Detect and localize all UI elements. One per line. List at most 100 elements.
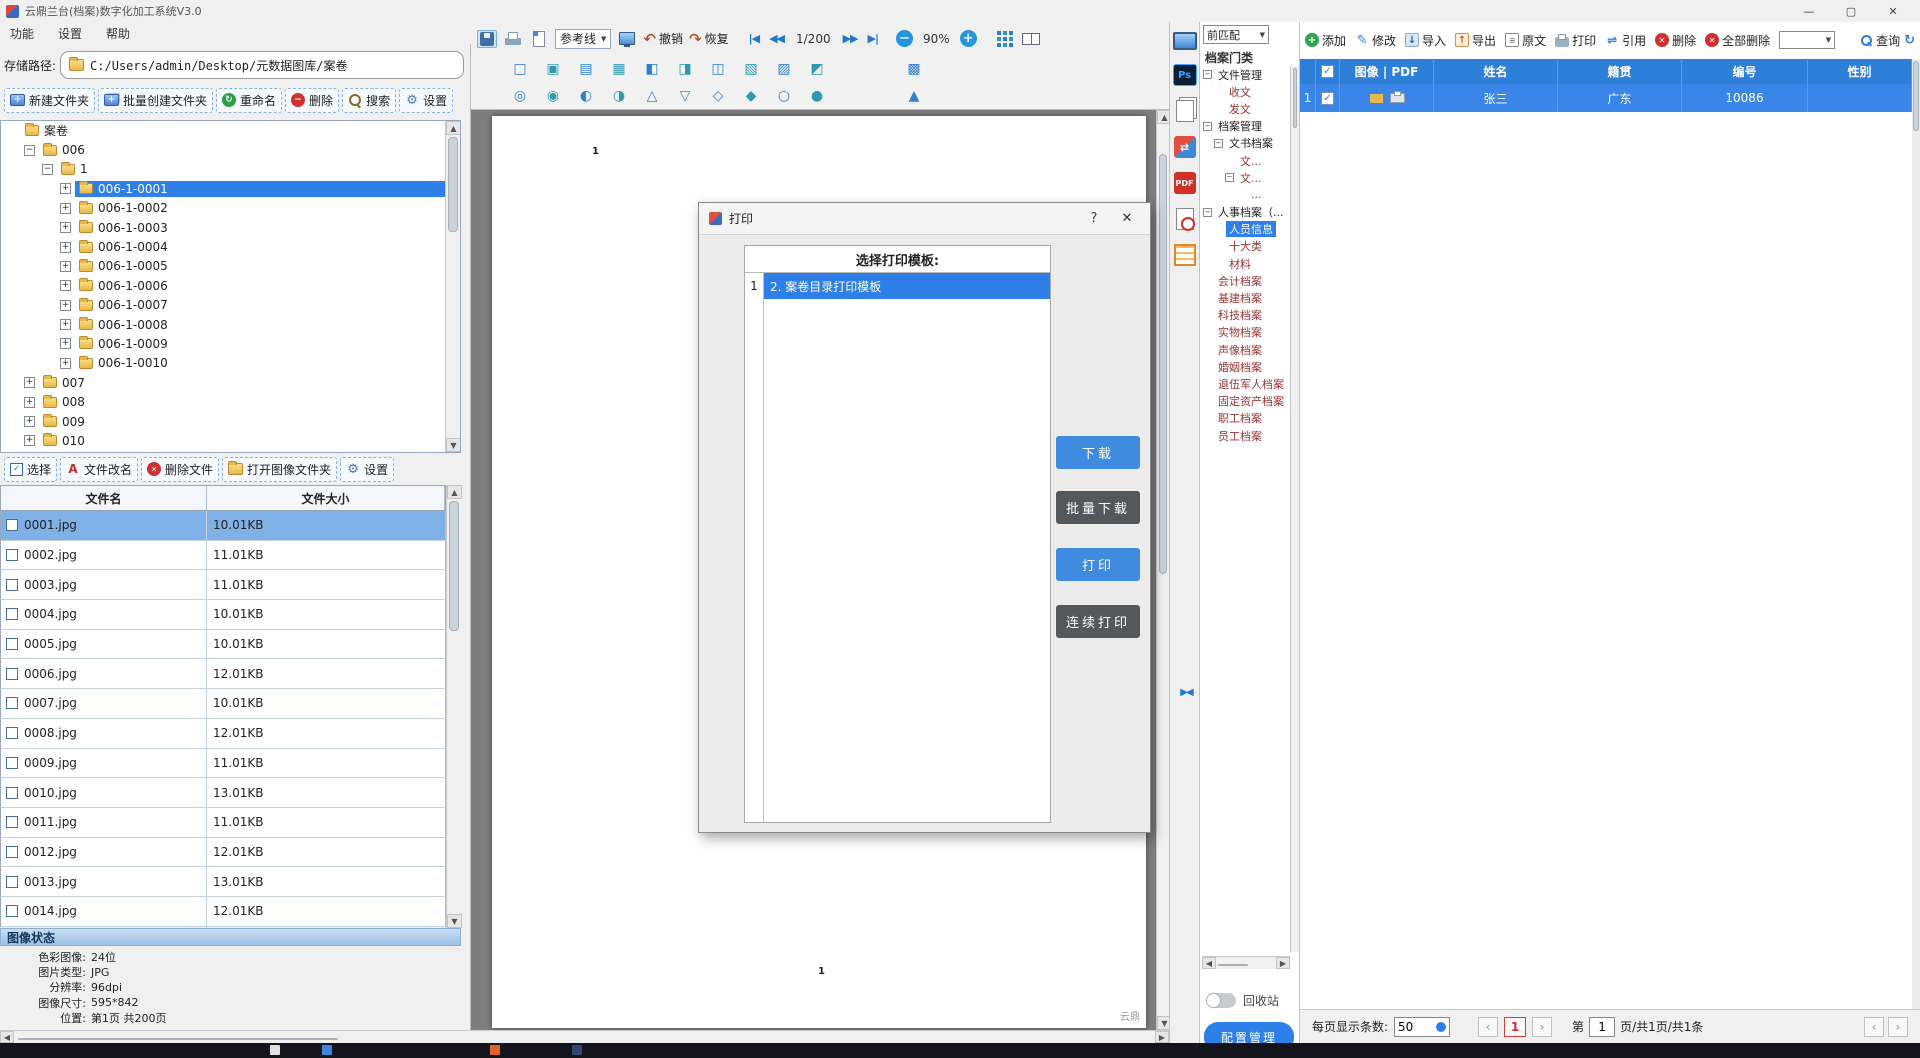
records-toolbar-button[interactable]: ↓导入	[1405, 32, 1446, 49]
file-table-column-header[interactable]: 文件大小	[207, 486, 445, 510]
edit-tool-icon[interactable]: ▽	[674, 86, 696, 106]
file-row[interactable]: 0010.jpg13.01KB	[0, 778, 446, 808]
taskbar-app[interactable]	[572, 1045, 582, 1055]
expander-collapse-icon[interactable]: −	[24, 145, 35, 156]
expander-expand-icon[interactable]: +	[60, 358, 71, 369]
category-item[interactable]: 声像档案	[1200, 341, 1290, 358]
toolbar-button[interactable]: 设置	[399, 88, 453, 113]
tree-item[interactable]: +006-1-0008	[1, 315, 460, 334]
toolbar-button[interactable]: 新建文件夹	[4, 88, 95, 113]
edit-tool-icon[interactable]: ◆	[740, 86, 762, 106]
scroll-up-icon[interactable]: ▲	[1157, 110, 1169, 124]
print-icon[interactable]	[503, 30, 523, 48]
toolbar-button[interactable]: 选择	[4, 457, 57, 482]
scrollbar-track[interactable]	[446, 135, 460, 438]
zoom-out-button[interactable]: −	[896, 30, 913, 47]
edit-tool-icon[interactable]: △	[641, 86, 663, 106]
scrollbar-thumb[interactable]	[1159, 154, 1167, 574]
checkbox[interactable]	[6, 638, 18, 650]
checkbox[interactable]	[6, 787, 18, 799]
expander-expand-icon[interactable]: +	[24, 416, 35, 427]
verify-document-icon[interactable]	[1176, 208, 1194, 230]
header-checkbox[interactable]: ✓	[1321, 65, 1334, 78]
category-item[interactable]: 十大类	[1200, 238, 1290, 255]
zoom-in-button[interactable]: +	[960, 30, 977, 47]
checkbox[interactable]	[6, 876, 18, 888]
scrollbar-track[interactable]	[1157, 124, 1169, 1016]
table-icon[interactable]	[1174, 244, 1196, 266]
scroll-up-icon[interactable]: ▲	[446, 121, 461, 135]
maximize-button[interactable]: ▢	[1830, 0, 1872, 22]
tree-item[interactable]: +006-1-0003	[1, 218, 460, 237]
menu-item[interactable]: 设置	[58, 25, 82, 42]
display-icon[interactable]	[617, 30, 637, 48]
toolbar-button[interactable]: 重命名	[216, 88, 282, 113]
file-row[interactable]: 0014.jpg12.01KB	[0, 897, 446, 927]
category-item[interactable]: 退伍军人档案	[1200, 375, 1290, 392]
toolbar-button[interactable]: 删除	[285, 88, 339, 113]
per-page-input[interactable]	[1398, 1020, 1430, 1034]
scroll-right-icon[interactable]: ▶	[1276, 957, 1290, 969]
per-page-stepper[interactable]	[1436, 1022, 1446, 1032]
photoshop-icon[interactable]: Ps	[1173, 64, 1197, 86]
checkbox[interactable]	[6, 846, 18, 858]
tree-item[interactable]: +006-1-0010	[1, 354, 460, 373]
pager-prev-button[interactable]: ‹	[1478, 1017, 1498, 1037]
prev-page-button[interactable]: ◀◀	[767, 32, 786, 45]
tree-item[interactable]: +007	[1, 373, 460, 392]
checkbox[interactable]	[6, 579, 18, 591]
expander-collapse-icon[interactable]: −	[1203, 122, 1212, 131]
category-item[interactable]: 会计档案	[1200, 272, 1290, 289]
copy-document-icon[interactable]	[1176, 100, 1194, 122]
pager-jump-next-button[interactable]: ›	[1888, 1017, 1908, 1037]
edit-tool-icon[interactable]: ◧	[641, 59, 663, 79]
dialog-close-button[interactable]: ✕	[1114, 211, 1140, 226]
scrollbar-thumb[interactable]	[1293, 68, 1297, 128]
minimize-button[interactable]: —	[1788, 0, 1830, 22]
edit-tool-icon[interactable]: ▨	[773, 59, 795, 79]
edit-tool-icon[interactable]: ▣	[542, 59, 564, 79]
file-row[interactable]: 0006.jpg12.01KB	[0, 659, 446, 689]
expander-expand-icon[interactable]: +	[60, 183, 71, 194]
scroll-down-icon[interactable]: ▼	[1157, 1016, 1169, 1030]
category-item[interactable]: 基建档案	[1200, 289, 1290, 306]
scroll-left-icon[interactable]: ◀	[1202, 957, 1216, 969]
scrollbar-thumb[interactable]	[1913, 61, 1919, 131]
category-item[interactable]: −人事档案（...	[1200, 204, 1290, 221]
file-row[interactable]: 0009.jpg11.01KB	[0, 749, 446, 779]
file-row[interactable]: 0005.jpg10.01KB	[0, 630, 446, 660]
scroll-up-icon[interactable]: ▲	[447, 485, 462, 499]
checkbox[interactable]	[6, 549, 18, 561]
grid-view-icon[interactable]	[995, 30, 1015, 48]
pager-next-button[interactable]: ›	[1532, 1017, 1552, 1037]
tree-item[interactable]: 案卷	[1, 121, 460, 140]
expander-expand-icon[interactable]: +	[60, 280, 71, 291]
taskbar-app[interactable]	[490, 1045, 500, 1055]
toolbar-button[interactable]: 删除文件	[141, 457, 219, 482]
undo-button[interactable]: ↶ 撤销	[643, 30, 683, 48]
category-item[interactable]: 固定资产档案	[1200, 393, 1290, 410]
expander-expand-icon[interactable]: +	[60, 242, 71, 253]
category-item[interactable]: 婚姻档案	[1200, 358, 1290, 375]
tree-item[interactable]: −006	[1, 140, 460, 159]
print-button[interactable]: 打印	[1056, 548, 1140, 581]
book-view-icon[interactable]	[1021, 30, 1041, 48]
checkbox[interactable]	[6, 905, 18, 917]
category-item[interactable]: −文件管理	[1200, 66, 1290, 83]
menu-item[interactable]: 功能	[10, 25, 34, 42]
records-column-header[interactable]: 编号	[1682, 59, 1808, 84]
edit-tool-icon[interactable]: □	[509, 59, 531, 79]
expander-expand-icon[interactable]: +	[24, 377, 35, 388]
image-canvas[interactable]: 1 1 云鼎 ▲ ▼ 打印 ? ✕ 选择打印模板: 1 2. 案卷目录打印模板	[471, 110, 1169, 1030]
expander-expand-icon[interactable]: +	[24, 435, 35, 446]
checkbox[interactable]	[6, 816, 18, 828]
expander-expand-icon[interactable]: +	[60, 319, 71, 330]
category-item[interactable]: 实物档案	[1200, 324, 1290, 341]
checkbox[interactable]	[6, 668, 18, 680]
records-toolbar-button[interactable]: ≡原文	[1505, 32, 1546, 49]
monitor-icon[interactable]	[1173, 32, 1197, 50]
save-icon[interactable]	[477, 30, 497, 48]
scroll-left-icon[interactable]: ◀	[0, 1031, 14, 1043]
scrollbar-thumb[interactable]	[448, 137, 458, 232]
template-row[interactable]: 2. 案卷目录打印模板	[764, 273, 1050, 299]
